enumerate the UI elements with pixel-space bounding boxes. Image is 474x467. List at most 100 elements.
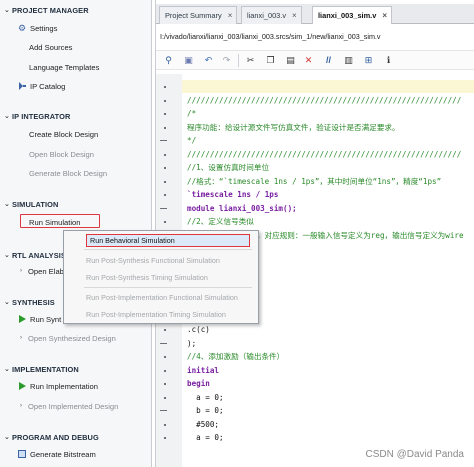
file-path: I:/vivado/lianxi/lianxi_003/lianxi_003.s… — [160, 31, 381, 41]
collapse-chevron-icon[interactable]: ⌄ — [2, 251, 12, 259]
section-implementation[interactable]: ⌄ IMPLEMENTATION — [2, 363, 79, 375]
code-line: */ — [187, 136, 197, 145]
run-simulation-menu: Run Behavioral Simulation Run Post-Synth… — [63, 230, 259, 324]
tab-lianxi-003-sim-v[interactable]: lianxi_003_sim.v × — [312, 6, 393, 24]
nav-item-ip-catalog[interactable]: IP Catalog — [16, 79, 65, 93]
gutter-marker — [164, 99, 166, 102]
collapse-chevron-icon[interactable]: ⌄ — [2, 365, 12, 373]
code-line: 程序功能：给设计源文件写仿真文件，验证设计是否满足要求。 — [187, 122, 400, 132]
nav-item-create-block-design[interactable]: Create Block Design — [29, 127, 98, 141]
collapse-chevron-icon[interactable]: ⌄ — [2, 200, 12, 208]
gutter-marker — [164, 86, 166, 88]
expand-arrow-icon[interactable]: › — [20, 403, 28, 409]
section-rtl-analysis[interactable]: ⌄ RTL ANALYSIS — [2, 249, 66, 261]
gutter-marker — [160, 342, 167, 344]
collapse-chevron-icon[interactable]: ⌄ — [2, 298, 12, 306]
gutter-marker — [164, 221, 166, 223]
paste-icon[interactable]: ▤ — [284, 54, 297, 67]
collapse-chevron-icon[interactable]: ⌄ — [2, 6, 12, 14]
insert-template-icon[interactable]: ⊞ — [362, 54, 375, 67]
collapse-chevron-icon[interactable]: ⌄ — [2, 433, 12, 441]
nav-item-label: Add Sources — [29, 42, 73, 52]
gear-icon: ⚙ — [17, 22, 27, 33]
code-line: #500; — [187, 419, 220, 429]
menu-item-label: Run Post-Synthesis Timing Simulation — [86, 273, 208, 282]
section-project-manager[interactable]: ⌄ PROJECT MANAGER — [2, 4, 89, 16]
tab-label: Project Summary — [165, 11, 222, 20]
tab-lianxi-003-v[interactable]: lianxi_003.v × — [241, 6, 302, 24]
editor-toolbar: ⚲ ▣ ↶ ↷ ✂ ❐ ▤ ✕ // ▥ ⊞ ℹ — [156, 50, 474, 70]
tab-project-summary[interactable]: Project Summary × — [159, 6, 238, 24]
menu-item-label: Run Post-Implementation Timing Simulatio… — [86, 310, 226, 319]
section-header-label: RTL ANALYSIS — [12, 250, 66, 260]
current-line-highlight — [182, 80, 474, 93]
save-icon[interactable]: ▣ — [182, 54, 195, 67]
section-ip-integrator[interactable]: ⌄ IP INTEGRATOR — [2, 110, 70, 122]
section-header-label: SIMULATION — [12, 199, 59, 209]
nav-item-run-implementation[interactable]: Run Implementation — [16, 379, 98, 393]
nav-item-open-block-design[interactable]: Open Block Design — [29, 147, 94, 161]
gutter-marker — [164, 396, 166, 399]
block-select-icon[interactable]: ▥ — [342, 54, 355, 67]
section-header-label: PROGRAM AND DEBUG — [12, 432, 99, 442]
collapse-chevron-icon[interactable]: ⌄ — [2, 112, 12, 120]
menu-item-post-synth-timing[interactable]: Run Post-Synthesis Timing Simulation — [86, 271, 208, 284]
expand-arrow-icon[interactable]: › — [20, 268, 28, 274]
nav-item-label: Create Block Design — [29, 129, 99, 139]
undo-icon[interactable]: ↶ — [202, 54, 215, 67]
gutter-marker — [164, 437, 166, 439]
menu-item-run-behavioral-simulation[interactable]: Run Behavioral Simulation — [90, 234, 175, 247]
comment-toggle-icon[interactable]: // — [322, 54, 335, 67]
gutter-marker — [160, 140, 167, 141]
menu-item-post-impl-functional[interactable]: Run Post-Implementation Functional Simul… — [86, 291, 238, 304]
watermark: CSDN @David Panda — [365, 449, 464, 460]
nav-item-open-synthesized-design[interactable]: › Open Synthesized Design — [20, 331, 116, 345]
nav-item-open-implemented-design[interactable]: › Open Implemented Design — [20, 399, 118, 413]
ip-catalog-icon — [16, 81, 28, 91]
code-line: module lianxi_003_sim(); — [187, 203, 297, 213]
code-line: b = 0; — [187, 406, 224, 415]
redo-icon[interactable]: ↷ — [220, 54, 233, 67]
nav-item-language-templates[interactable]: Language Templates — [29, 60, 99, 74]
close-icon[interactable]: × — [292, 11, 297, 20]
expand-arrow-icon[interactable]: › — [20, 335, 28, 341]
nav-item-label: IP Catalog — [30, 81, 66, 91]
nav-item-label: Open Implemented Design — [28, 401, 119, 411]
nav-item-label: Generate Block Design — [29, 168, 108, 178]
menu-item-label: Run Behavioral Simulation — [90, 236, 175, 245]
code-line: `timescale 1ns / 1ps — [187, 190, 279, 199]
nav-item-open-elaborated-design[interactable]: › Open Elab — [20, 264, 64, 278]
nav-item-generate-block-design[interactable]: Generate Block Design — [29, 166, 107, 180]
section-header-label: IMPLEMENTATION — [12, 364, 79, 374]
info-icon[interactable]: ℹ — [382, 54, 395, 67]
tab-label: lianxi_003.v — [247, 11, 287, 20]
code-line: ////////////////////////////////////////… — [187, 149, 462, 159]
code-line: //2、定义信号类似 — [187, 217, 254, 226]
code-line: //格式：“`timescale 1ns / 1ps”，其中时间单位“1ns”，… — [187, 176, 442, 186]
gutter-marker — [164, 383, 166, 385]
section-program-and-debug[interactable]: ⌄ PROGRAM AND DEBUG — [2, 431, 99, 443]
delete-icon[interactable]: ✕ — [302, 54, 315, 67]
nav-item-label: Open Elab — [28, 266, 64, 276]
nav-item-run-synthesis[interactable]: Run Synt — [16, 312, 61, 326]
run-play-icon — [16, 315, 28, 323]
close-icon[interactable]: × — [228, 11, 233, 20]
cut-icon[interactable]: ✂ — [244, 54, 257, 67]
section-simulation[interactable]: ⌄ SIMULATION — [2, 198, 58, 210]
nav-item-add-sources[interactable]: Add Sources — [29, 40, 72, 54]
copy-icon[interactable]: ❐ — [264, 54, 277, 67]
menu-item-post-synth-functional[interactable]: Run Post-Synthesis Functional Simulation — [86, 254, 220, 267]
search-icon[interactable]: ⚲ — [162, 54, 175, 67]
code-line: //1、设置仿真时间单位 — [187, 163, 270, 172]
close-icon[interactable]: × — [382, 11, 387, 20]
gutter-marker — [164, 356, 166, 358]
code-line: /* — [187, 109, 197, 118]
section-synthesis[interactable]: ⌄ SYNTHESIS — [2, 296, 55, 308]
nav-item-generate-bitstream[interactable]: Generate Bitstream — [16, 447, 96, 461]
nav-item-label: Language Templates — [29, 62, 100, 72]
code-line: ////////////////////////////////////////… — [187, 95, 462, 105]
nav-item-settings[interactable]: ⚙ Settings — [16, 21, 58, 35]
menu-item-post-impl-timing[interactable]: Run Post-Implementation Timing Simulatio… — [86, 308, 226, 321]
code-line: //4、添加激励（输出条件） — [187, 352, 285, 361]
gutter-marker — [164, 423, 166, 426]
